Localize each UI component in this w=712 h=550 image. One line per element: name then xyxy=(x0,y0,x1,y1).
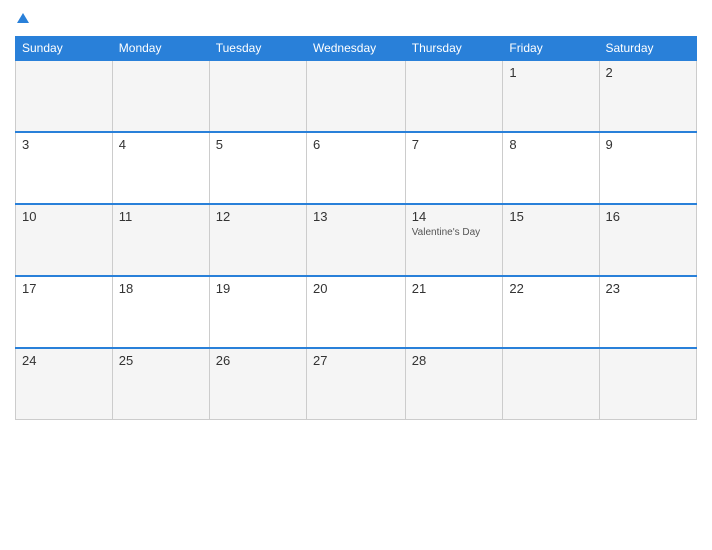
calendar-cell xyxy=(503,348,599,420)
calendar-body: 1234567891011121314Valentine's Day151617… xyxy=(16,60,697,420)
calendar-cell: 23 xyxy=(599,276,697,348)
day-number: 15 xyxy=(509,209,592,224)
calendar-cell: 15 xyxy=(503,204,599,276)
day-number: 19 xyxy=(216,281,300,296)
day-number: 3 xyxy=(22,137,106,152)
day-number: 20 xyxy=(313,281,399,296)
day-number: 2 xyxy=(606,65,691,80)
calendar-cell: 22 xyxy=(503,276,599,348)
calendar-cell: 28 xyxy=(405,348,503,420)
calendar-week-row: 12 xyxy=(16,60,697,132)
logo-triangle-icon xyxy=(17,13,29,23)
day-number: 23 xyxy=(606,281,691,296)
day-number: 4 xyxy=(119,137,203,152)
day-number: 7 xyxy=(412,137,497,152)
calendar-cell: 1 xyxy=(503,60,599,132)
calendar-cell: 4 xyxy=(112,132,209,204)
weekday-header-friday: Friday xyxy=(503,36,599,60)
calendar-cell: 26 xyxy=(209,348,306,420)
day-number: 8 xyxy=(509,137,592,152)
day-number: 26 xyxy=(216,353,300,368)
calendar-cell: 6 xyxy=(306,132,405,204)
calendar-cell: 13 xyxy=(306,204,405,276)
weekday-header-sunday: Sunday xyxy=(16,36,113,60)
calendar-cell xyxy=(599,348,697,420)
weekday-header-saturday: Saturday xyxy=(599,36,697,60)
day-number: 5 xyxy=(216,137,300,152)
day-number: 12 xyxy=(216,209,300,224)
calendar-header xyxy=(15,10,697,28)
day-number: 24 xyxy=(22,353,106,368)
day-number: 28 xyxy=(412,353,497,368)
day-number: 27 xyxy=(313,353,399,368)
calendar-cell: 5 xyxy=(209,132,306,204)
calendar-week-row: 17 18 19 20 21 22 23 xyxy=(16,276,697,348)
weekday-header-row: SundayMondayTuesdayWednesdayThursdayFrid… xyxy=(16,36,697,60)
day-number: 11 xyxy=(119,209,203,224)
calendar-cell xyxy=(112,60,209,132)
calendar-cell: 12 xyxy=(209,204,306,276)
calendar-thead: SundayMondayTuesdayWednesdayThursdayFrid… xyxy=(16,36,697,60)
calendar-cell: 9 xyxy=(599,132,697,204)
day-number: 6 xyxy=(313,137,399,152)
day-number: 17 xyxy=(22,281,106,296)
calendar-cell: 19 xyxy=(209,276,306,348)
calendar-week-row: 3456789 xyxy=(16,132,697,204)
weekday-header-monday: Monday xyxy=(112,36,209,60)
calendar-cell: 3 xyxy=(16,132,113,204)
weekday-header-wednesday: Wednesday xyxy=(306,36,405,60)
day-number: 10 xyxy=(22,209,106,224)
day-number: 14 xyxy=(412,209,497,224)
calendar-cell xyxy=(16,60,113,132)
calendar-cell xyxy=(209,60,306,132)
weekday-header-tuesday: Tuesday xyxy=(209,36,306,60)
calendar-cell: 8 xyxy=(503,132,599,204)
calendar-week-row: 24 25 26 27 28 xyxy=(16,348,697,420)
logo-blue-text xyxy=(15,10,29,28)
calendar-container: SundayMondayTuesdayWednesdayThursdayFrid… xyxy=(0,0,712,550)
calendar-cell: 25 xyxy=(112,348,209,420)
calendar-cell xyxy=(306,60,405,132)
calendar-cell: 24 xyxy=(16,348,113,420)
day-number: 9 xyxy=(606,137,691,152)
day-number: 18 xyxy=(119,281,203,296)
calendar-week-row: 10 11 12 13 14 Valentine's Day 15 16 xyxy=(16,204,697,276)
day-event: Valentine's Day xyxy=(412,227,497,238)
calendar-cell: 21 xyxy=(405,276,503,348)
day-number: 25 xyxy=(119,353,203,368)
weekday-header-thursday: Thursday xyxy=(405,36,503,60)
day-number: 21 xyxy=(412,281,497,296)
calendar-cell: 18 xyxy=(112,276,209,348)
calendar-cell: 2 xyxy=(599,60,697,132)
calendar-cell: 10 xyxy=(16,204,113,276)
calendar-cell: 11 xyxy=(112,204,209,276)
day-number: 22 xyxy=(509,281,592,296)
calendar-cell: 7 xyxy=(405,132,503,204)
logo xyxy=(15,10,29,28)
day-number: 13 xyxy=(313,209,399,224)
calendar-cell: 20 xyxy=(306,276,405,348)
calendar-cell: 14 Valentine's Day xyxy=(405,204,503,276)
day-number: 16 xyxy=(606,209,691,224)
calendar-cell: 17 xyxy=(16,276,113,348)
calendar-cell: 16 xyxy=(599,204,697,276)
day-number: 1 xyxy=(509,65,592,80)
calendar-table: SundayMondayTuesdayWednesdayThursdayFrid… xyxy=(15,36,697,421)
calendar-cell xyxy=(405,60,503,132)
calendar-cell: 27 xyxy=(306,348,405,420)
